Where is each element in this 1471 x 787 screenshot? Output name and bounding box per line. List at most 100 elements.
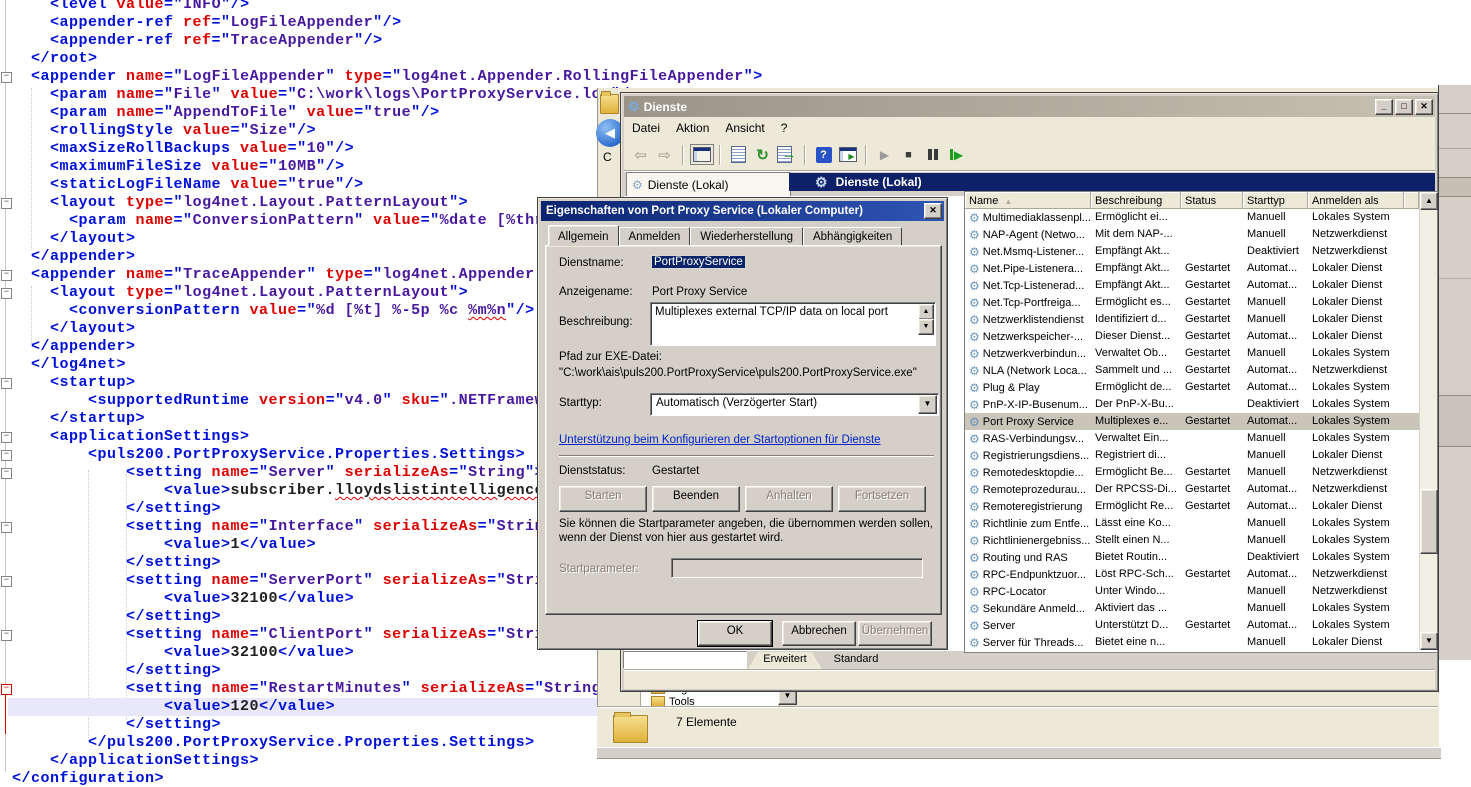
table-row[interactable]: ⚙RPC-LocatorUnter Windo...ManuellNetzwer… [965,583,1419,600]
tab-anmelden[interactable]: Anmelden [619,227,691,246]
tab-wiederherstellung[interactable]: Wiederherstellung [690,227,803,246]
code-line[interactable]: <appender name="LogFileAppender" type="l… [12,68,763,86]
code-line[interactable]: </configuration> [12,770,164,787]
minimize-icon[interactable]: _ [1375,99,1393,115]
fold-toggle-icon[interactable]: − [1,432,12,443]
column-header-Beschreibung[interactable]: Beschreibung [1091,192,1181,209]
table-row[interactable]: ⚙Remoteprozedurau...Der RPCSS-Di...Gesta… [965,481,1419,498]
column-header-filler[interactable] [1404,192,1419,209]
table-row[interactable]: ⚙Richtlinienergebniss...Stellt einen N..… [965,532,1419,549]
dienstname-value[interactable]: PortProxyService [652,256,745,268]
menu-item-aktion[interactable]: Aktion [668,119,717,137]
table-row[interactable]: ⚙Net.Msmq-Listener...Empfängt Akt...Deak… [965,243,1419,260]
code-line[interactable]: <maxSizeRollBackups value="10"/> [12,140,354,158]
chevron-down-icon[interactable]: ▼ [918,395,937,414]
table-row[interactable]: ⚙NLA (Network Loca...Sammelt und ...Gest… [965,362,1419,379]
address-bar-text[interactable]: C [603,150,612,164]
code-line[interactable]: </startup> [12,410,145,428]
scope-tab-dienste-lokal[interactable]: ⚙ Dienste (Lokal) [626,172,791,197]
code-line[interactable]: <applicationSettings> [12,428,250,446]
table-row[interactable]: ⚙Net.Pipe-Listenera...Empfängt Akt...Ges… [965,260,1419,277]
column-header-Status[interactable]: Status [1181,192,1243,209]
stop-service-icon[interactable]: ■ [898,144,919,165]
table-row[interactable]: ⚙PnP-X-IP-Busenum...Der PnP-X-Bu...Deakt… [965,396,1419,413]
code-line[interactable]: <value>32100</value> [12,590,354,608]
close-icon[interactable]: ✕ [1415,99,1433,115]
view-tab-standard[interactable]: Standard [824,652,888,669]
beschreibung-field[interactable]: Multiplexes external TCP/IP data on loca… [650,302,936,346]
filter-input[interactable] [623,651,747,669]
tab-abhängigkeiten[interactable]: Abhängigkeiten [803,227,902,246]
code-line[interactable]: </setting> [12,500,221,518]
table-row[interactable]: ⚙Registrierungsdiens...Registriert di...… [965,447,1419,464]
fold-toggle-icon[interactable]: − [1,522,12,533]
table-row[interactable]: ⚙RAS-Verbindungsv...Verwaltet Ein...Manu… [965,430,1419,447]
fold-toggle-icon[interactable]: − [1,630,12,641]
code-line[interactable]: <level value="INFO"/> [12,0,250,14]
code-line[interactable]: </log4net> [12,356,126,374]
fortsetzen-button[interactable]: Fortsetzen [838,486,926,512]
scroll-down-icon[interactable]: ▼ [918,319,934,335]
table-row[interactable]: ⚙NAP-Agent (Netwo...Mit dem NAP-...Manue… [965,226,1419,243]
code-line[interactable]: <setting name="Server" serializeAs="Stri… [12,464,544,482]
scroll-down-icon[interactable]: ▼ [1420,632,1438,650]
dialog-titlebar[interactable]: Eigenschaften von Port Proxy Service (Lo… [541,201,944,221]
code-line[interactable]: </appender> [12,248,136,266]
code-line[interactable]: <conversionPattern value="%d [%t] %-5p %… [12,302,535,320]
table-row[interactable]: ⚙NetzwerklistendienstIdentifiziert d...G… [965,311,1419,328]
code-line[interactable]: <param name="AppendToFile" value="true"/… [12,104,440,122]
code-line[interactable]: </setting> [12,608,221,626]
close-icon[interactable]: ✕ [924,203,942,219]
table-row[interactable]: ⚙Netzwerkverbindun...Verwaltet Ob...Gest… [965,345,1419,362]
code-line[interactable]: </appender> [12,338,136,356]
menu-item-ansicht[interactable]: Ansicht [717,119,772,137]
column-header-Starttyp[interactable]: Starttyp [1243,192,1308,209]
table-row[interactable]: ⚙Richtlinie zum Entfe...Lässt eine Ko...… [965,515,1419,532]
menu-item-hilfe[interactable]: ? [773,119,796,137]
code-line[interactable]: <staticLogFileName value="true"/> [12,176,364,194]
starttyp-combobox[interactable]: Automatisch (Verzögerter Start) ▼ [650,393,939,416]
code-line[interactable]: </applicationSettings> [12,752,259,770]
code-line[interactable]: <setting name="RestartMinutes" serialize… [12,680,620,698]
services-titlebar[interactable]: ⚙ Dienste _ □ ✕ [624,96,1435,117]
maximize-icon[interactable]: □ [1395,99,1413,115]
console-tree-icon[interactable] [691,144,712,165]
scrollbar-thumb[interactable] [1420,489,1438,554]
code-line[interactable]: <setting name="Interface" serializeAs="S… [12,518,573,536]
properties-icon[interactable] [728,144,749,165]
menu-item-datei[interactable]: Datei [624,119,668,137]
starten-button[interactable]: Starten [559,486,647,512]
table-row[interactable]: ⚙Server für Threads...Bietet eine n...Ma… [965,634,1419,651]
code-line[interactable]: <setting name="ServerPort" serializeAs="… [12,572,582,590]
code-line[interactable]: <appender-ref ref="TraceAppender"/> [12,32,383,50]
table-row[interactable]: ⚙Port Proxy ServiceMultiplexes e...Gesta… [965,413,1419,430]
fold-toggle-icon[interactable]: − [1,684,12,695]
table-row[interactable]: ⚙Sekundäre Anmeld...Aktiviert das ...Man… [965,600,1419,617]
action-pane-icon[interactable]: ▶ [837,144,858,165]
help-icon[interactable]: ? [813,144,834,165]
fold-toggle-icon[interactable]: − [1,450,12,461]
code-line[interactable]: </layout> [12,320,136,338]
table-row[interactable]: ⚙RemoteregistrierungErmöglicht Re...Gest… [965,498,1419,515]
code-line[interactable]: <layout type="log4net.Layout.PatternLayo… [12,194,468,212]
start-service-icon[interactable]: ▶ [874,144,895,165]
code-line[interactable]: <appender-ref ref="LogFileAppender"/> [12,14,402,32]
code-line[interactable]: </setting> [12,662,221,680]
fold-toggle-icon[interactable]: − [1,198,12,209]
code-line[interactable]: <maximumFileSize value="10MB"/> [12,158,345,176]
table-row[interactable]: ⚙Routing und RASBietet Routin...Deaktivi… [965,549,1419,566]
fold-toggle-icon[interactable]: − [1,468,12,479]
abbrechen-button[interactable]: Abbrechen [782,621,856,646]
code-line[interactable]: <startup> [12,374,136,392]
column-header-Anmelden als[interactable]: Anmelden als [1308,192,1404,209]
table-row[interactable]: ⚙Plug & PlayErmöglicht de...GestartetAut… [965,379,1419,396]
code-line[interactable]: <value>32100</value> [12,644,354,662]
pause-service-icon[interactable] [922,144,943,165]
code-line[interactable]: </setting> [12,716,221,734]
export-list-icon[interactable]: → [776,144,797,165]
column-header-Name[interactable]: Name▲ [965,192,1091,209]
tab-allgemein[interactable]: Allgemein [548,225,619,246]
fold-toggle-icon[interactable]: − [1,576,12,587]
fold-toggle-icon[interactable]: − [1,270,12,281]
refresh-icon[interactable]: ↻ [752,144,773,165]
